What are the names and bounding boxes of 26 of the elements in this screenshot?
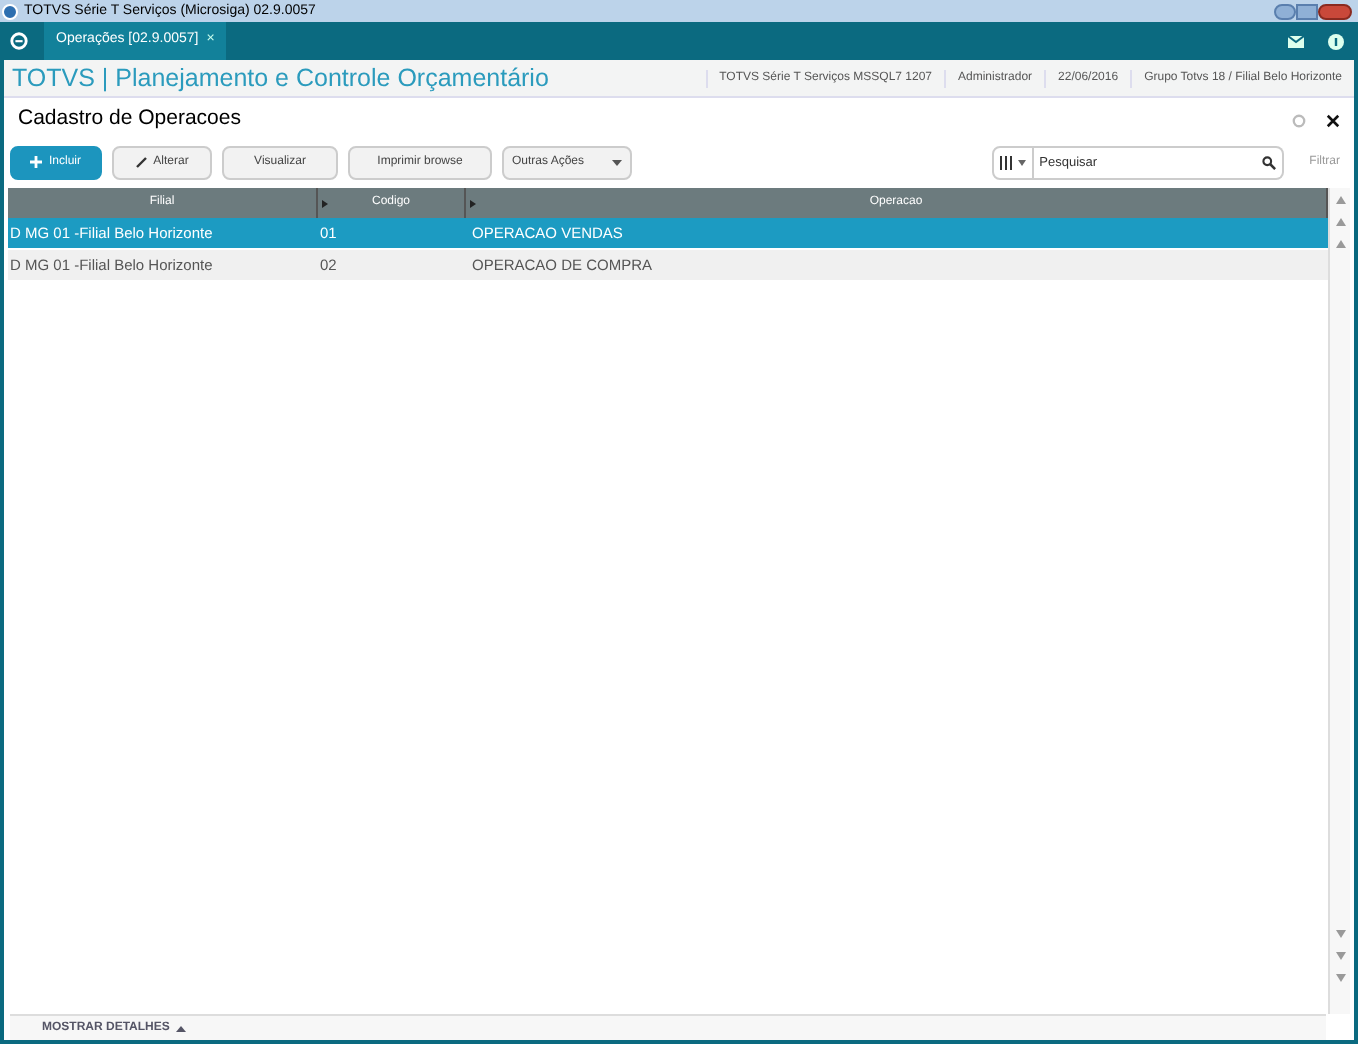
columns-icon (999, 155, 1012, 169)
page-title: Cadastro de Operacoes (18, 104, 241, 135)
search-icon[interactable] (1261, 155, 1276, 169)
scroll-up-icon[interactable] (1335, 238, 1345, 248)
minimize-button[interactable] (1274, 3, 1296, 19)
scroll-down-icon[interactable] (1335, 952, 1345, 962)
sort-icon (470, 199, 476, 207)
plus-icon (30, 156, 43, 168)
close-button[interactable] (1318, 3, 1352, 19)
logo-icon[interactable] (10, 32, 28, 50)
maximize-button[interactable] (1296, 3, 1318, 19)
caret-icon (1017, 159, 1026, 165)
column-picker[interactable] (991, 145, 1034, 179)
help-icon[interactable] (1328, 33, 1344, 49)
app-title: TOTVS | Planejamento e Controle Orçamentário (12, 61, 549, 96)
pencil-icon (135, 156, 148, 168)
caret-icon (175, 1025, 186, 1031)
caret-icon (612, 159, 622, 165)
app-icon (2, 3, 18, 19)
scroll-down-icon[interactable] (1335, 974, 1345, 984)
scroll-up-icon[interactable] (1335, 216, 1345, 226)
scroll-up-icon[interactable] (1335, 194, 1345, 204)
scroll-down-icon[interactable] (1335, 930, 1345, 940)
close-icon[interactable] (1326, 113, 1340, 127)
mail-icon[interactable] (1288, 35, 1304, 47)
sort-icon (322, 199, 328, 207)
